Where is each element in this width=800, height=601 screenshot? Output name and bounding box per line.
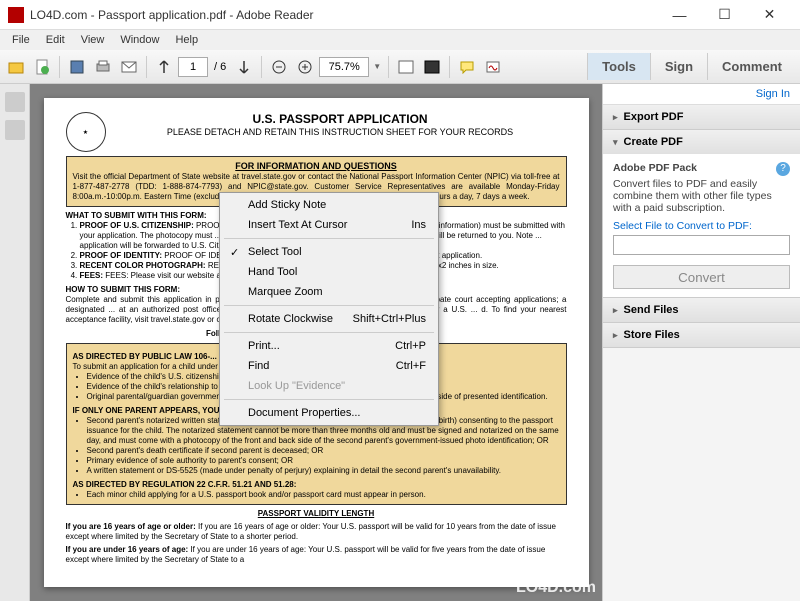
attachments-icon[interactable] (5, 120, 25, 140)
menu-window[interactable]: Window (112, 32, 167, 48)
select-file-label: Select File to Convert to PDF: (613, 220, 790, 232)
pdf-pack-desc: Convert files to PDF and easily combine … (613, 178, 790, 214)
toolbar: / 6 ▼ Tools Sign Comment (0, 50, 800, 84)
list-item: Second parent's death certificate if sec… (87, 446, 560, 456)
sign-in-link[interactable]: Sign In (603, 84, 800, 105)
prev-page-icon[interactable] (152, 55, 176, 79)
next-page-icon[interactable] (232, 55, 256, 79)
ctx-marquee-zoom[interactable]: Marquee Zoom (222, 282, 436, 302)
export-pdf-section[interactable]: Export PDF (603, 105, 800, 129)
doc-subtitle: PLEASE DETACH AND RETAIN THIS INSTRUCTIO… (66, 127, 567, 138)
save-icon[interactable] (65, 55, 89, 79)
ctx-document-properties[interactable]: Document Properties... (222, 403, 436, 423)
store-files-section[interactable]: Store Files (603, 323, 800, 347)
tools-panel: Sign In Export PDF Create PDF Adobe PDF … (602, 84, 800, 601)
comment-icon[interactable] (455, 55, 479, 79)
reg-heading: AS DIRECTED BY REGULATION 22 C.F.R. 51.2… (73, 480, 560, 490)
ctx-print[interactable]: Print...Ctrl+P (222, 336, 436, 356)
ctx-rotate-clockwise[interactable]: Rotate ClockwiseShift+Ctrl+Plus (222, 309, 436, 329)
tab-tools[interactable]: Tools (587, 53, 650, 80)
list-item: A written statement or DS-5525 (made und… (87, 466, 560, 476)
fill-sign-icon[interactable] (481, 55, 505, 79)
help-icon[interactable]: ? (776, 162, 790, 176)
create-pdf-body: Adobe PDF Pack ? Convert files to PDF an… (603, 154, 800, 297)
separator (224, 238, 434, 239)
separator (388, 56, 389, 78)
tab-comment[interactable]: Comment (707, 53, 796, 80)
zoom-dropdown-icon[interactable]: ▼ (371, 62, 383, 71)
zoom-in-icon[interactable] (293, 55, 317, 79)
toolbar-right-tabs: Tools Sign Comment (587, 53, 796, 80)
select-file-input[interactable] (613, 235, 790, 255)
thumbnails-icon[interactable] (5, 92, 25, 112)
page-number-input[interactable] (178, 57, 208, 77)
doc-title: U.S. PASSPORT APPLICATION (66, 112, 567, 127)
separator (261, 56, 262, 78)
menu-file[interactable]: File (4, 32, 38, 48)
menu-bar: File Edit View Window Help (0, 30, 800, 50)
menu-view[interactable]: View (73, 32, 113, 48)
app-icon (8, 7, 24, 23)
menu-help[interactable]: Help (167, 32, 206, 48)
list-item: Primary evidence of sole authority to pa… (87, 456, 560, 466)
send-files-section[interactable]: Send Files (603, 298, 800, 322)
convert-button[interactable]: Convert (613, 265, 790, 289)
separator (224, 399, 434, 400)
separator (224, 305, 434, 306)
read-mode-icon[interactable] (394, 55, 418, 79)
ctx-select-tool[interactable]: Select Tool (222, 242, 436, 262)
maximize-button[interactable]: ☐ (702, 1, 747, 29)
ctx-insert-text[interactable]: Insert Text At CursorIns (222, 215, 436, 235)
nav-pane (0, 84, 30, 601)
pdf-pack-title: Adobe PDF Pack (613, 162, 697, 174)
print-icon[interactable] (91, 55, 115, 79)
validity-16-under: If you are under 16 years of age: If you… (66, 545, 567, 565)
validity-16-over: If you are 16 years of age or older: If … (66, 522, 567, 542)
create-pdf-icon[interactable] (30, 55, 54, 79)
ctx-find[interactable]: FindCtrl+F (222, 356, 436, 376)
list-item: Each minor child applying for a U.S. pas… (87, 490, 560, 500)
us-seal-icon: ★ (66, 112, 106, 152)
zoom-out-icon[interactable] (267, 55, 291, 79)
separator (146, 56, 147, 78)
open-icon[interactable] (4, 55, 28, 79)
window-title: LO4D.com - Passport application.pdf - Ad… (30, 8, 657, 22)
tab-sign[interactable]: Sign (650, 53, 707, 80)
separator (224, 332, 434, 333)
ctx-hand-tool[interactable]: Hand Tool (222, 262, 436, 282)
separator (59, 56, 60, 78)
close-button[interactable]: ✕ (747, 1, 792, 29)
menu-edit[interactable]: Edit (38, 32, 73, 48)
ctx-look-up: Look Up "Evidence" (222, 376, 436, 396)
minimize-button[interactable]: — (657, 1, 702, 29)
email-icon[interactable] (117, 55, 141, 79)
separator (449, 56, 450, 78)
title-bar: LO4D.com - Passport application.pdf - Ad… (0, 0, 800, 30)
create-pdf-section[interactable]: Create PDF (603, 130, 800, 154)
ctx-add-sticky-note[interactable]: Add Sticky Note (222, 195, 436, 215)
zoom-input[interactable] (319, 57, 369, 77)
watermark: LO4D.com (516, 579, 596, 597)
validity-heading: PASSPORT VALIDITY LENGTH (66, 509, 567, 519)
context-menu: Add Sticky Note Insert Text At CursorIns… (219, 192, 439, 426)
page-total-label: / 6 (210, 61, 230, 73)
window-controls: — ☐ ✕ (657, 1, 792, 29)
fullscreen-icon[interactable] (420, 55, 444, 79)
info-heading: FOR INFORMATION AND QUESTIONS (73, 161, 560, 172)
